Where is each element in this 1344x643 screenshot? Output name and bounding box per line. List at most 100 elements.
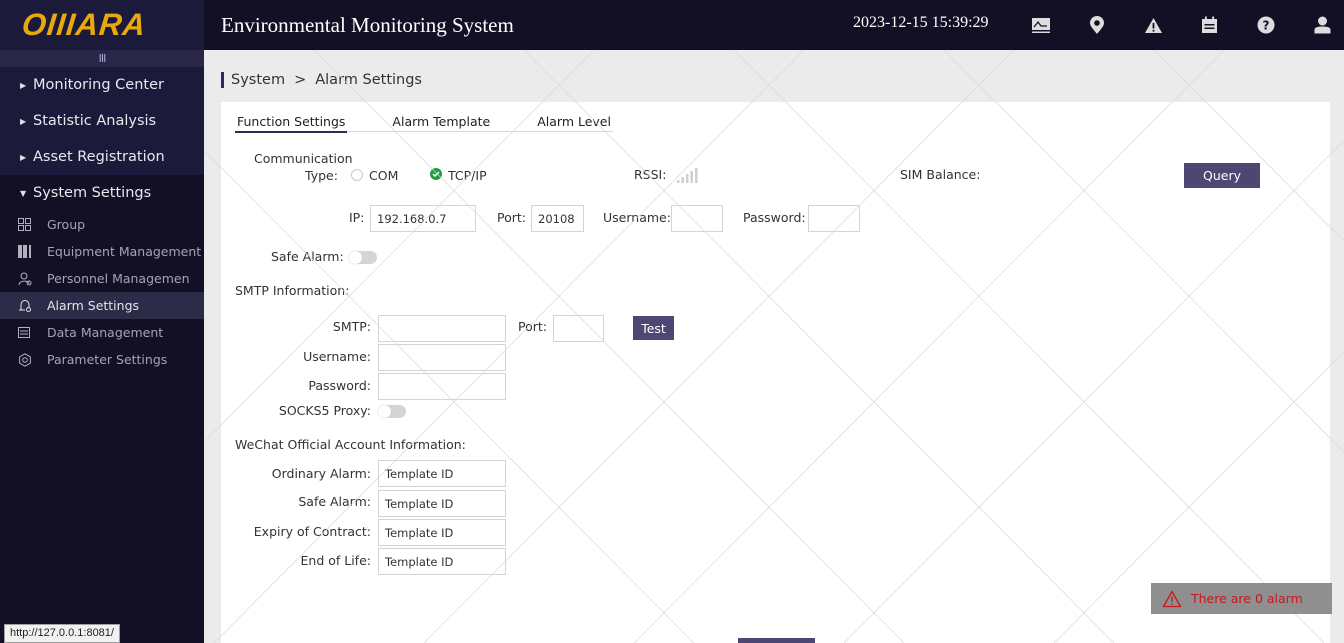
username-input[interactable] [671,205,723,232]
chart-monitor-icon[interactable] [1030,14,1052,36]
tab-alarm-template[interactable]: Alarm Template [390,114,492,131]
wechat-end-of-life-input[interactable]: Template ID [378,548,506,575]
safe-alarm-label: Safe Alarm: [271,249,344,264]
smtp-server-input[interactable] [378,315,506,342]
user-icon[interactable] [1311,14,1333,36]
sidebar-item-label: Parameter Settings [47,352,168,367]
breadcrumb-current: Alarm Settings [315,72,422,88]
smtp-username-label: Username: [303,349,371,364]
sim-balance-label: SIM Balance: [900,167,981,182]
smtp-port-label: Port: [518,319,547,334]
test-button[interactable]: Test [633,316,674,340]
nav-item-asset-registration[interactable]: ▶ Asset Registration [0,139,204,175]
caret-right-icon: ▶ [20,80,27,90]
nav-item-label: Statistic Analysis [33,113,157,129]
alarm-bell-icon [18,299,47,313]
sidebar-item-group[interactable]: Group [0,211,204,238]
gear-icon [18,352,47,367]
wechat-section-label: WeChat Official Account Information: [235,437,466,452]
query-button[interactable]: Query [1184,163,1260,188]
sidebar-collapse-toggle[interactable]: III [0,50,204,67]
check-icon [432,171,440,177]
datetime-display: 2023-12-15 15:39:29 [853,14,989,31]
sidebar-item-personnel-management[interactable]: Personnel Managemen [0,265,204,292]
settings-panel: Function Settings Alarm Template Alarm L… [221,102,1330,643]
sidebar-item-alarm-settings[interactable]: Alarm Settings [0,292,204,319]
sidebar-item-parameter-settings[interactable]: Parameter Settings [0,346,204,373]
rssi-label: RSSI: [634,167,667,182]
top-header: Environmental Monitoring System 2023-12-… [204,0,1344,50]
status-bar-url: http://127.0.0.1:8081/ [4,624,120,643]
tab-alarm-level[interactable]: Alarm Level [535,114,613,131]
warning-triangle-icon [1162,589,1182,607]
sidebar-item-label: Equipment Management [47,244,202,259]
sub-nav: Group Equipment Management Personnel Man… [0,211,204,373]
communication-label-line1: Communication [254,151,353,166]
calendar-icon[interactable] [1198,14,1220,36]
smtp-port-input[interactable] [553,315,604,342]
sidebar-item-label: Personnel Managemen [47,271,190,286]
wechat-end-of-life-label: End of Life: [300,553,372,568]
wechat-ordinary-alarm-input[interactable]: Template ID [378,460,506,487]
smtp-section-label: SMTP Information: [235,283,350,298]
safe-alarm-toggle[interactable] [349,251,377,264]
tab-function-settings[interactable]: Function Settings [235,114,348,133]
password-input[interactable] [808,205,860,232]
breadcrumb-separator: > [294,72,307,88]
socks5-proxy-toggle[interactable] [378,405,406,418]
radio-com[interactable] [351,169,363,181]
alarm-notification[interactable]: There are 0 alarm [1151,583,1332,614]
sidebar: OIIIARA III ▶ Monitoring Center ▶ Statis… [0,0,204,643]
nav-item-system-settings[interactable]: ▼ System Settings [0,175,204,211]
group-icon [18,218,47,231]
data-list-icon [18,327,47,338]
save-button[interactable] [738,638,815,643]
nav-item-label: System Settings [33,185,152,201]
password-label: Password: [743,210,806,225]
sidebar-item-label: Group [47,217,86,232]
svg-text:?: ? [1263,18,1270,32]
radio-tcpip[interactable] [430,168,442,180]
wechat-safe-alarm-input[interactable]: Template ID [378,490,506,517]
breadcrumb: System > Alarm Settings [221,72,422,88]
breadcrumb-marker [221,72,224,88]
logo-area: OIIIARA [0,0,204,50]
main-content: System > Alarm Settings Function Setting… [204,50,1344,643]
username-label: Username: [603,210,671,225]
port-input[interactable]: 20108 [531,205,584,232]
nav-item-statistic-analysis[interactable]: ▶ Statistic Analysis [0,103,204,139]
warning-icon[interactable] [1142,14,1164,36]
sidebar-item-data-management[interactable]: Data Management [0,319,204,346]
caret-right-icon: ▶ [20,116,27,126]
sidebar-item-equipment-management[interactable]: Equipment Management [0,238,204,265]
breadcrumb-parent[interactable]: System [231,72,285,88]
sidebar-item-label: Data Management [47,325,164,340]
wechat-expiry-input[interactable]: Template ID [378,519,506,546]
sidebar-item-label: Alarm Settings [47,298,140,313]
smtp-username-input[interactable] [378,344,506,371]
brand-logo: OIIIARA [20,7,149,42]
radio-com-label[interactable]: COM [369,168,398,183]
main-nav: ▶ Monitoring Center ▶ Statistic Analysis… [0,67,204,211]
nav-item-label: Asset Registration [33,149,165,165]
nav-item-label: Monitoring Center [33,77,164,93]
nav-item-monitoring-center[interactable]: ▶ Monitoring Center [0,67,204,103]
help-icon[interactable]: ? [1255,14,1277,36]
wechat-safe-alarm-label: Safe Alarm: [298,494,371,509]
caret-right-icon: ▶ [20,152,27,162]
smtp-password-input[interactable] [378,373,506,400]
smtp-label: SMTP: [332,319,371,334]
caret-down-icon: ▼ [20,188,27,198]
wechat-expiry-label: Expiry of Contract: [253,524,371,539]
alarm-count-text: There are 0 alarm [1191,591,1303,606]
tab-bar: Function Settings Alarm Template Alarm L… [235,114,613,133]
ip-label: IP: [349,210,365,225]
communication-type-label: Type: [305,168,338,183]
location-pin-icon[interactable] [1086,14,1108,36]
radio-tcpip-label[interactable]: TCP/IP [448,168,487,183]
socks5-proxy-label: SOCKS5 Proxy: [278,403,371,418]
ip-input[interactable]: 192.168.0.7 [370,205,476,232]
wechat-ordinary-alarm-label: Ordinary Alarm: [271,466,371,481]
port-label: Port: [497,210,526,225]
equipment-icon [18,245,47,258]
